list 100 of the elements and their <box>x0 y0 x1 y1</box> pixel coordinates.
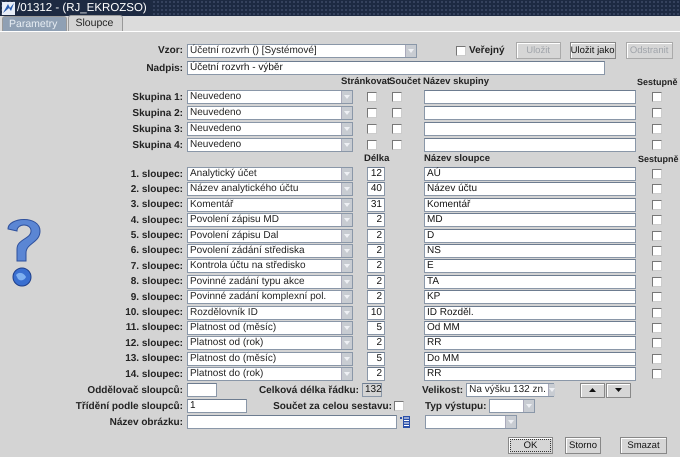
column-dropdown[interactable]: Povinné zadání komplexní pol. <box>187 290 353 304</box>
checkbox[interactable] <box>652 261 662 272</box>
group-dropdown[interactable]: Neuvedeno <box>187 106 353 120</box>
output-type-dropdown[interactable] <box>489 399 536 414</box>
sorting-field[interactable]: 1 <box>187 399 247 414</box>
dropdown-arrow-icon <box>548 388 555 392</box>
column-dropdown[interactable]: Povinné zadání typu akce <box>187 274 353 289</box>
column-name-field[interactable]: Komentář <box>424 198 636 212</box>
column-name-field[interactable]: RR <box>424 367 636 382</box>
tab[interactable]: Sloupce <box>68 15 124 31</box>
length-field[interactable]: 12 <box>367 167 385 181</box>
column-name-field[interactable]: AÚ <box>424 167 636 181</box>
checkbox[interactable] <box>652 92 662 102</box>
column-name-field[interactable]: Od MM <box>424 320 636 335</box>
field-label: 5. sloupec: <box>130 230 184 242</box>
length-field[interactable]: 5 <box>367 320 385 335</box>
checkbox[interactable] <box>392 108 402 118</box>
checkbox[interactable] <box>367 108 377 118</box>
checkbox[interactable] <box>367 140 377 150</box>
length-field[interactable]: 40 <box>367 182 385 196</box>
length-field[interactable]: 2 <box>367 228 385 243</box>
column-dropdown[interactable]: Povolení zádání střediska <box>187 244 353 258</box>
column-name-field[interactable]: E <box>424 259 636 274</box>
button[interactable]: Smazat <box>620 437 667 454</box>
group-name-field[interactable] <box>424 122 636 136</box>
button[interactable]: Storno <box>565 437 601 454</box>
total-length-field[interactable]: 132 <box>362 383 382 398</box>
image-name-field[interactable] <box>187 415 397 430</box>
group-dropdown[interactable]: Neuvedeno <box>187 122 353 136</box>
length-field[interactable]: 2 <box>367 290 385 304</box>
length-field[interactable]: 2 <box>367 244 385 258</box>
field-label: Typ výstupu: <box>425 400 486 412</box>
length-field[interactable]: 2 <box>367 259 385 274</box>
group-name-field[interactable] <box>424 106 636 120</box>
group-name-field[interactable] <box>424 138 636 152</box>
column-name-field[interactable]: ID Rozděl. <box>424 306 636 320</box>
dropdown[interactable] <box>425 415 517 430</box>
column-name-field[interactable]: Do MM <box>424 352 636 366</box>
length-field[interactable]: 2 <box>367 213 385 228</box>
length-field[interactable]: 10 <box>367 306 385 320</box>
length-field[interactable]: 31 <box>367 198 385 212</box>
button[interactable]: OK <box>508 437 553 454</box>
checkbox[interactable] <box>652 200 662 210</box>
template-dropdown[interactable]: Účetní rozvrh () [Systémové] <box>187 44 417 58</box>
list-icon[interactable] <box>400 416 410 428</box>
checkbox[interactable] <box>394 401 404 412</box>
checkbox[interactable] <box>652 230 662 241</box>
heading-field[interactable]: Účetní rozvrh - výběr <box>187 61 605 75</box>
checkbox[interactable] <box>652 215 662 226</box>
column-name-field[interactable]: Název účtu <box>424 182 636 196</box>
column-name-field[interactable]: D <box>424 228 636 243</box>
group-dropdown[interactable]: Neuvedeno <box>187 138 353 152</box>
group-name-field[interactable] <box>424 90 636 104</box>
checkbox[interactable] <box>652 308 662 318</box>
checkbox[interactable] <box>367 92 377 102</box>
checkbox[interactable] <box>392 124 402 134</box>
checkbox[interactable] <box>652 354 662 364</box>
move-down-button[interactable] <box>606 382 632 398</box>
column-dropdown[interactable]: Název analytického účtu <box>187 182 353 196</box>
column-dropdown[interactable]: Platnost od (rok) <box>187 336 353 350</box>
separator-field[interactable] <box>187 383 217 398</box>
column-dropdown[interactable]: Platnost do (měsíc) <box>187 352 353 366</box>
checkbox[interactable] <box>652 276 662 287</box>
checkbox[interactable] <box>652 140 662 150</box>
column-name-field[interactable]: TA <box>424 274 636 289</box>
checkbox[interactable] <box>652 338 662 348</box>
size-dropdown[interactable]: Na výšku 132 zn. <box>466 383 554 398</box>
checkbox[interactable] <box>652 246 662 256</box>
column-dropdown[interactable]: Povolení zápisu Dal <box>187 228 353 243</box>
checkbox[interactable] <box>456 46 466 56</box>
column-dropdown[interactable]: Platnost do (rok) <box>187 367 353 382</box>
length-field[interactable]: 2 <box>367 367 385 382</box>
checkbox[interactable] <box>652 108 662 118</box>
column-name-field[interactable]: RR <box>424 336 636 350</box>
column-name-field[interactable]: MD <box>424 213 636 228</box>
column-dropdown[interactable]: Platnost od (měsíc) <box>187 320 353 335</box>
column-name-field[interactable]: NS <box>424 244 636 258</box>
checkbox[interactable] <box>652 292 662 302</box>
column-dropdown[interactable]: Kontrola účtu na středisko <box>187 259 353 274</box>
checkbox[interactable] <box>367 124 377 134</box>
column-dropdown[interactable]: Analytický účet <box>187 167 353 181</box>
group-dropdown[interactable]: Neuvedeno <box>187 90 353 104</box>
checkbox[interactable] <box>652 369 662 380</box>
move-up-button[interactable] <box>580 382 606 398</box>
length-field[interactable]: 5 <box>367 352 385 366</box>
checkbox[interactable] <box>392 140 402 150</box>
checkbox[interactable] <box>652 124 662 134</box>
checkbox[interactable] <box>652 169 662 179</box>
checkbox[interactable] <box>652 322 662 333</box>
checkbox[interactable] <box>652 184 662 194</box>
checkbox[interactable] <box>392 92 402 102</box>
column-dropdown[interactable]: Povolení zápisu MD <box>187 213 353 228</box>
length-field[interactable]: 2 <box>367 336 385 350</box>
column-dropdown[interactable]: Komentář <box>187 198 353 212</box>
length-field[interactable]: 2 <box>367 274 385 289</box>
column-header: Sestupně <box>637 76 678 86</box>
button[interactable]: Uložit jako <box>570 42 616 59</box>
column-name-field[interactable]: KP <box>424 290 636 304</box>
column-dropdown[interactable]: Rozdělovník ID <box>187 306 353 320</box>
field-label: 8. sloupec: <box>130 276 184 288</box>
